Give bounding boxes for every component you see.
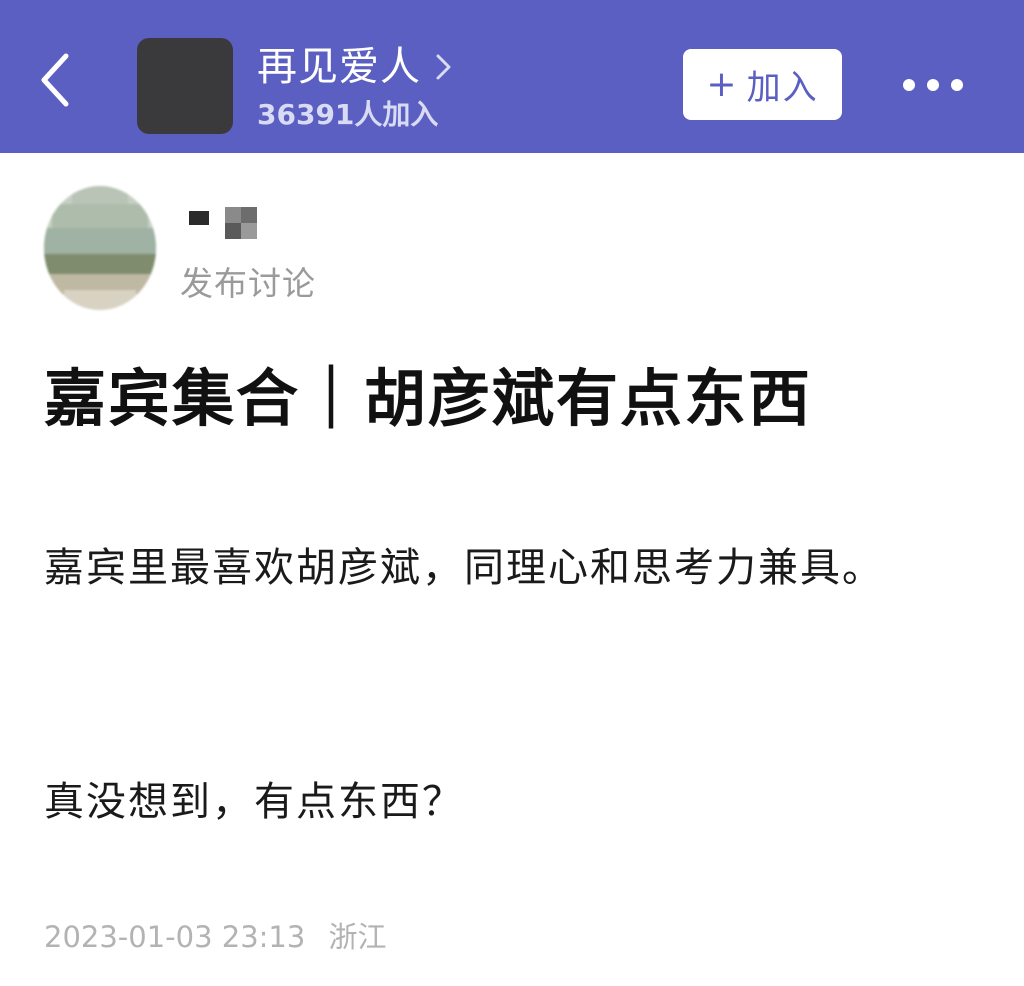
group-name: 再见爱人 (257, 44, 421, 90)
post-timestamp: 2023-01-03 23:13 (44, 920, 306, 954)
join-button-label: 加入 (746, 68, 819, 108)
back-button[interactable] (30, 50, 86, 110)
post-type-label: 发布讨论 (180, 264, 316, 303)
post-location: 浙江 (328, 920, 387, 954)
more-button[interactable] (898, 70, 968, 100)
author-name-redacted[interactable] (189, 203, 269, 243)
post-body-paragraph: 真没想到，有点东西？ (44, 779, 464, 825)
member-count: 36391人加入 (257, 98, 439, 131)
post-body-paragraph: 嘉宾里最喜欢胡彦斌，同理心和思考力兼具。 (44, 545, 884, 591)
plus-icon: + (706, 63, 737, 105)
chevron-left-icon (41, 53, 69, 107)
author-avatar[interactable] (44, 186, 156, 310)
join-button[interactable]: + 加入 (683, 49, 842, 120)
group-name-link[interactable]: 再见爱人 (257, 42, 453, 92)
group-avatar[interactable] (137, 38, 233, 134)
post-title: 嘉宾集合｜胡彦斌有点东西 (44, 362, 813, 435)
more-dots-icon (903, 79, 963, 91)
chevron-right-icon (436, 54, 451, 80)
post-meta: 2023-01-03 23:13 浙江 (44, 915, 387, 959)
group-header: 再见爱人 36391人加入 + 加入 (0, 0, 1024, 153)
